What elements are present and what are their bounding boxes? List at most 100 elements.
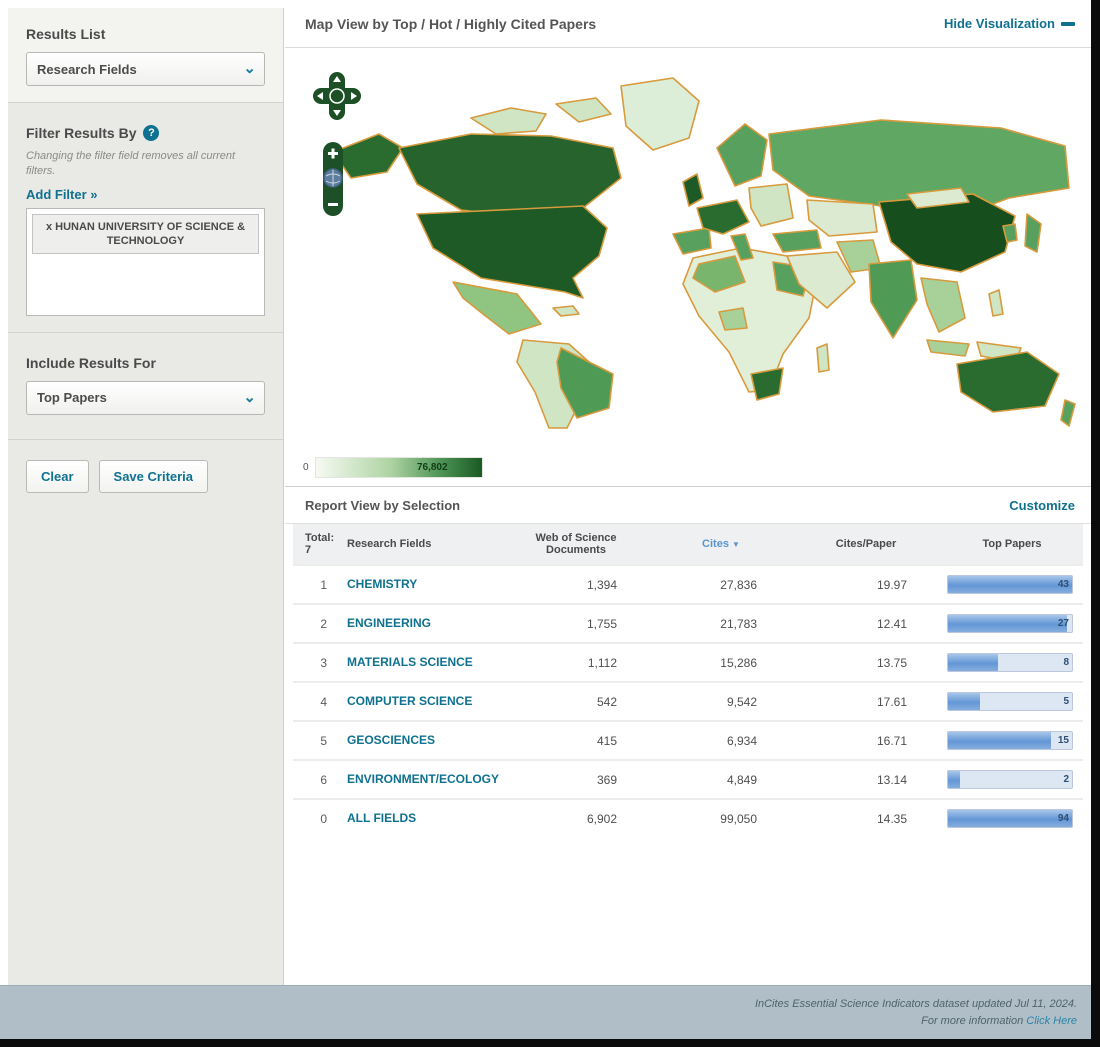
results-list-dropdown[interactable]: Research Fields ⌄ <box>26 52 265 86</box>
country-australia <box>956 351 1060 413</box>
clear-button[interactable]: Clear <box>26 459 89 493</box>
sidebar-buttons: Clear Save Criteria <box>8 440 283 513</box>
cites-value: 6,934 <box>651 720 791 760</box>
col-research-fields[interactable]: Research Fields <box>341 524 501 566</box>
add-filter-link[interactable]: Add Filter » <box>26 187 265 202</box>
include-results-label: Include Results For <box>26 354 156 371</box>
country-south-africa <box>750 367 784 401</box>
footer: InCites Essential Science Indicators dat… <box>0 985 1091 1039</box>
research-field-link[interactable]: MATERIALS SCIENCE <box>347 655 473 669</box>
research-field-link[interactable]: ENGINEERING <box>347 616 431 630</box>
cites-value: 15,286 <box>651 642 791 682</box>
research-field-link[interactable]: COMPUTER SCIENCE <box>347 694 472 708</box>
cites-per-paper-value: 13.75 <box>791 642 941 682</box>
window-edge <box>0 1039 1100 1047</box>
top-papers-bar[interactable]: 2 <box>947 770 1073 789</box>
zoom-in-icon <box>331 148 335 159</box>
col-wos-documents[interactable]: Web of Science Documents <box>501 524 651 566</box>
top-papers-value: 2 <box>1063 774 1069 785</box>
table-row: 2 ENGINEERING 1,755 21,783 12.41 27 <box>293 603 1083 643</box>
row-rank: 4 <box>293 681 341 721</box>
zoom-out-icon <box>328 203 338 206</box>
wos-documents-value: 1,394 <box>501 564 651 604</box>
col-top-papers[interactable]: Top Papers <box>941 524 1083 566</box>
row-rank: 6 <box>293 759 341 799</box>
report-view-title: Report View by Selection <box>305 497 461 513</box>
map-zoom-control[interactable] <box>321 140 345 218</box>
wos-documents-value: 6,902 <box>501 798 651 837</box>
chevron-down-icon: ⌄ <box>243 388 256 406</box>
active-filters-listbox: x HUNAN UNIVERSITY OF SCIENCE & TECHNOLO… <box>26 207 265 316</box>
research-field-link[interactable]: ALL FIELDS <box>347 811 416 825</box>
top-papers-value: 8 <box>1063 657 1069 668</box>
table-row: 6 ENVIRONMENT/ECOLOGY 369 4,849 13.14 2 <box>293 759 1083 799</box>
include-results-selected: Top Papers <box>37 390 107 406</box>
top-papers-value: 15 <box>1057 735 1069 746</box>
top-papers-bar[interactable]: 15 <box>947 731 1073 750</box>
table-row: 4 COMPUTER SCIENCE 542 9,542 17.61 5 <box>293 681 1083 721</box>
country-arctic-islands <box>470 107 547 135</box>
cites-value: 27,836 <box>651 564 791 604</box>
active-filter-tag[interactable]: x HUNAN UNIVERSITY OF SCIENCE & TECHNOLO… <box>32 213 259 255</box>
col-cites-per-paper[interactable]: Cites/Paper <box>791 524 941 566</box>
more-info-text: For more information <box>921 1014 1024 1027</box>
country-scandinavia <box>716 123 768 187</box>
table-header-row: Total: 7 Research Fields Web of Science … <box>293 524 1083 566</box>
top-papers-value: 43 <box>1057 579 1069 590</box>
table-row: 3 MATERIALS SCIENCE 1,112 15,286 13.75 8 <box>293 642 1083 682</box>
country-japan <box>1024 213 1042 253</box>
wos-documents-value: 415 <box>501 720 651 760</box>
research-field-link[interactable]: GEOSCIENCES <box>347 733 435 747</box>
include-results-dropdown[interactable]: Top Papers ⌄ <box>26 380 265 415</box>
table-row: 0 ALL FIELDS 6,902 99,050 14.35 94 <box>293 798 1083 837</box>
help-icon[interactable]: ? <box>143 125 160 141</box>
row-rank: 5 <box>293 720 341 760</box>
cites-per-paper-value: 16.71 <box>791 720 941 760</box>
country-usa <box>416 205 608 299</box>
filter-note: Changing the filter field removes all cu… <box>26 150 236 177</box>
region-indochina <box>920 277 966 333</box>
map-view-title: Map View by Top / Hot / Highly Cited Pap… <box>305 15 597 32</box>
top-papers-value: 27 <box>1057 618 1069 629</box>
country-new-zealand <box>1060 399 1076 427</box>
top-papers-bar[interactable]: 8 <box>947 653 1073 672</box>
country-indonesia <box>926 339 970 357</box>
map-pan-control[interactable] <box>311 70 363 122</box>
top-papers-bar[interactable]: 94 <box>947 809 1073 828</box>
legend-min-value: 0 <box>303 461 309 473</box>
wos-documents-value: 542 <box>501 681 651 721</box>
save-criteria-button[interactable]: Save Criteria <box>98 459 209 493</box>
top-papers-bar[interactable]: 27 <box>947 614 1073 633</box>
col-cites-sorted[interactable]: Cites ▼ <box>651 524 791 566</box>
results-list-section: Results List Research Fields ⌄ <box>8 8 283 103</box>
cites-per-paper-value: 19.97 <box>791 564 941 604</box>
cites-value: 99,050 <box>651 798 791 837</box>
top-papers-bar[interactable]: 5 <box>947 692 1073 711</box>
customize-label: Customize <box>1009 497 1075 513</box>
country-greenland <box>620 77 700 151</box>
report-table-body: 1 CHEMISTRY 1,394 27,836 19.97 43 2 ENGINEERING… <box>293 564 1083 837</box>
top-papers-bar[interactable]: 43 <box>947 575 1073 594</box>
results-list-selected: Research Fields <box>37 61 137 77</box>
main-panel: Map View by Top / Hot / Highly Cited Pap… <box>285 0 1091 985</box>
dataset-updated-text: InCites Essential Science Indicators dat… <box>754 998 1077 1010</box>
hide-visualization-label: Hide Visualization <box>943 16 1055 31</box>
results-list-label: Results List <box>26 26 106 42</box>
country-turkey <box>772 229 822 253</box>
report-header: Report View by Selection Customize <box>285 486 1091 524</box>
hide-visualization-link[interactable]: Hide Visualization <box>944 16 1075 31</box>
cites-per-paper-value: 13.14 <box>791 759 941 799</box>
world-choropleth-map[interactable] <box>321 56 1081 444</box>
table-row: 1 CHEMISTRY 1,394 27,836 19.97 43 <box>293 564 1083 604</box>
country-madagascar <box>816 343 830 373</box>
map-panel-header: Map View by Top / Hot / Highly Cited Pap… <box>285 0 1091 48</box>
customize-link[interactable]: Customize <box>1009 498 1075 513</box>
map-region <box>285 48 1091 448</box>
remove-filter-icon[interactable]: x <box>46 221 52 233</box>
country-canada <box>398 133 622 219</box>
research-field-link[interactable]: CHEMISTRY <box>347 577 417 591</box>
top-papers-value: 94 <box>1057 813 1069 824</box>
research-field-link[interactable]: ENVIRONMENT/ECOLOGY <box>347 772 499 786</box>
minus-icon <box>1061 21 1075 26</box>
click-here-link[interactable]: Click Here <box>1026 1015 1077 1027</box>
